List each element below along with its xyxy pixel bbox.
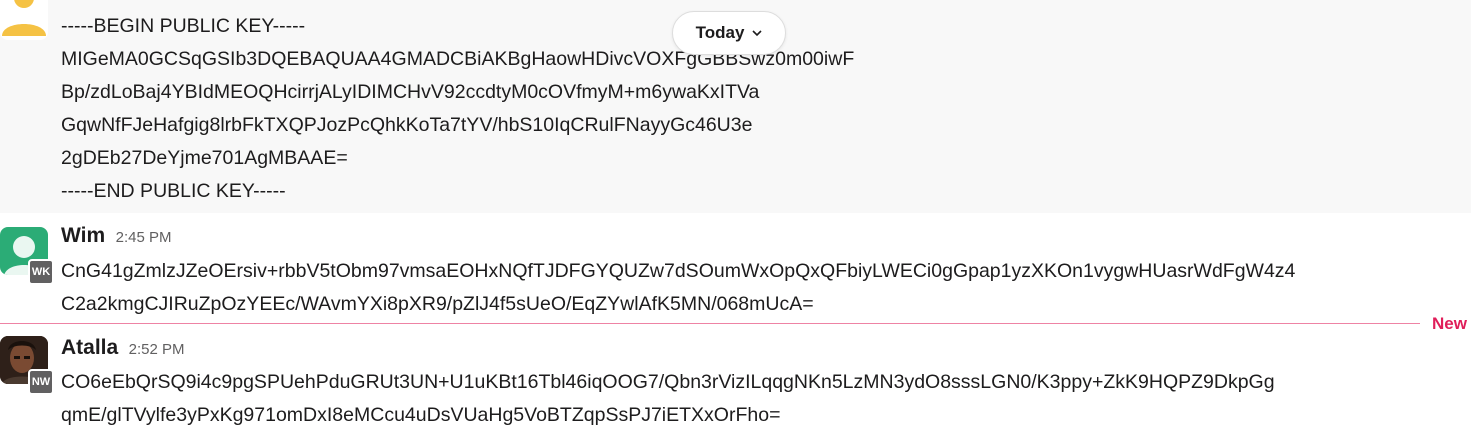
- date-divider-pill[interactable]: Today: [672, 11, 786, 55]
- message-header: Wim 2:45 PM: [61, 224, 171, 248]
- workspace-badge: WK: [28, 259, 54, 285]
- person-silhouette-icon: [2, 0, 46, 36]
- message-line: 2gDEb27DeYjme701AgMBAAE=: [61, 147, 348, 169]
- message-line: CO6eEbQrSQ9i4c9pgSPUehPduGRUt3UN+U1uKBt1…: [61, 371, 1275, 393]
- user-avatar-default[interactable]: [0, 0, 48, 40]
- workspace-badge: NW: [28, 369, 54, 395]
- message-line: -----END PUBLIC KEY-----: [61, 180, 286, 202]
- message-header: Atalla 2:52 PM: [61, 336, 185, 360]
- message-line: C2a2kmgCJIRuZpOzYEEc/WAvmYXi8pXR9/pZlJ4f…: [61, 293, 814, 315]
- message-line: CnG41gZmlzJZeOErsiv+rbbV5tObm97vmsaEOHxN…: [61, 260, 1296, 282]
- new-messages-divider: New: [0, 314, 1471, 334]
- message-body: CO6eEbQrSQ9i4c9pgSPUehPduGRUt3UN+U1uKBt1…: [61, 366, 1275, 432]
- message-line: Bp/zdLoBaj4YBIdMEOQHcirrjALyIDIMCHvV92cc…: [61, 81, 760, 103]
- message-line: GqwNfFJeHafgig8lrbFkTXQPJozPcQhkKoTa7tYV…: [61, 114, 753, 136]
- message-line: qmE/glTVylfe3yPxKg971omDxI8eMCcu4uDsVUaH…: [61, 404, 781, 426]
- message-wim[interactable]: WK Wim 2:45 PM CnG41gZmlzJZeOErsiv+rbbV5…: [0, 213, 1471, 323]
- new-divider-line: [0, 323, 1420, 324]
- chevron-down-icon: [752, 30, 762, 37]
- message-timestamp[interactable]: 2:52 PM: [129, 341, 185, 358]
- message-body: CnG41gZmlzJZeOErsiv+rbbV5tObm97vmsaEOHxN…: [61, 255, 1295, 321]
- message-atalla[interactable]: NW Atalla 2:52 PM CO6eEbQrSQ9i4c9pgSPUeh…: [0, 330, 1471, 432]
- sender-name[interactable]: Wim: [61, 224, 105, 247]
- date-label: Today: [695, 23, 745, 42]
- sender-name[interactable]: Atalla: [61, 336, 118, 359]
- message-timestamp[interactable]: 2:45 PM: [116, 229, 172, 246]
